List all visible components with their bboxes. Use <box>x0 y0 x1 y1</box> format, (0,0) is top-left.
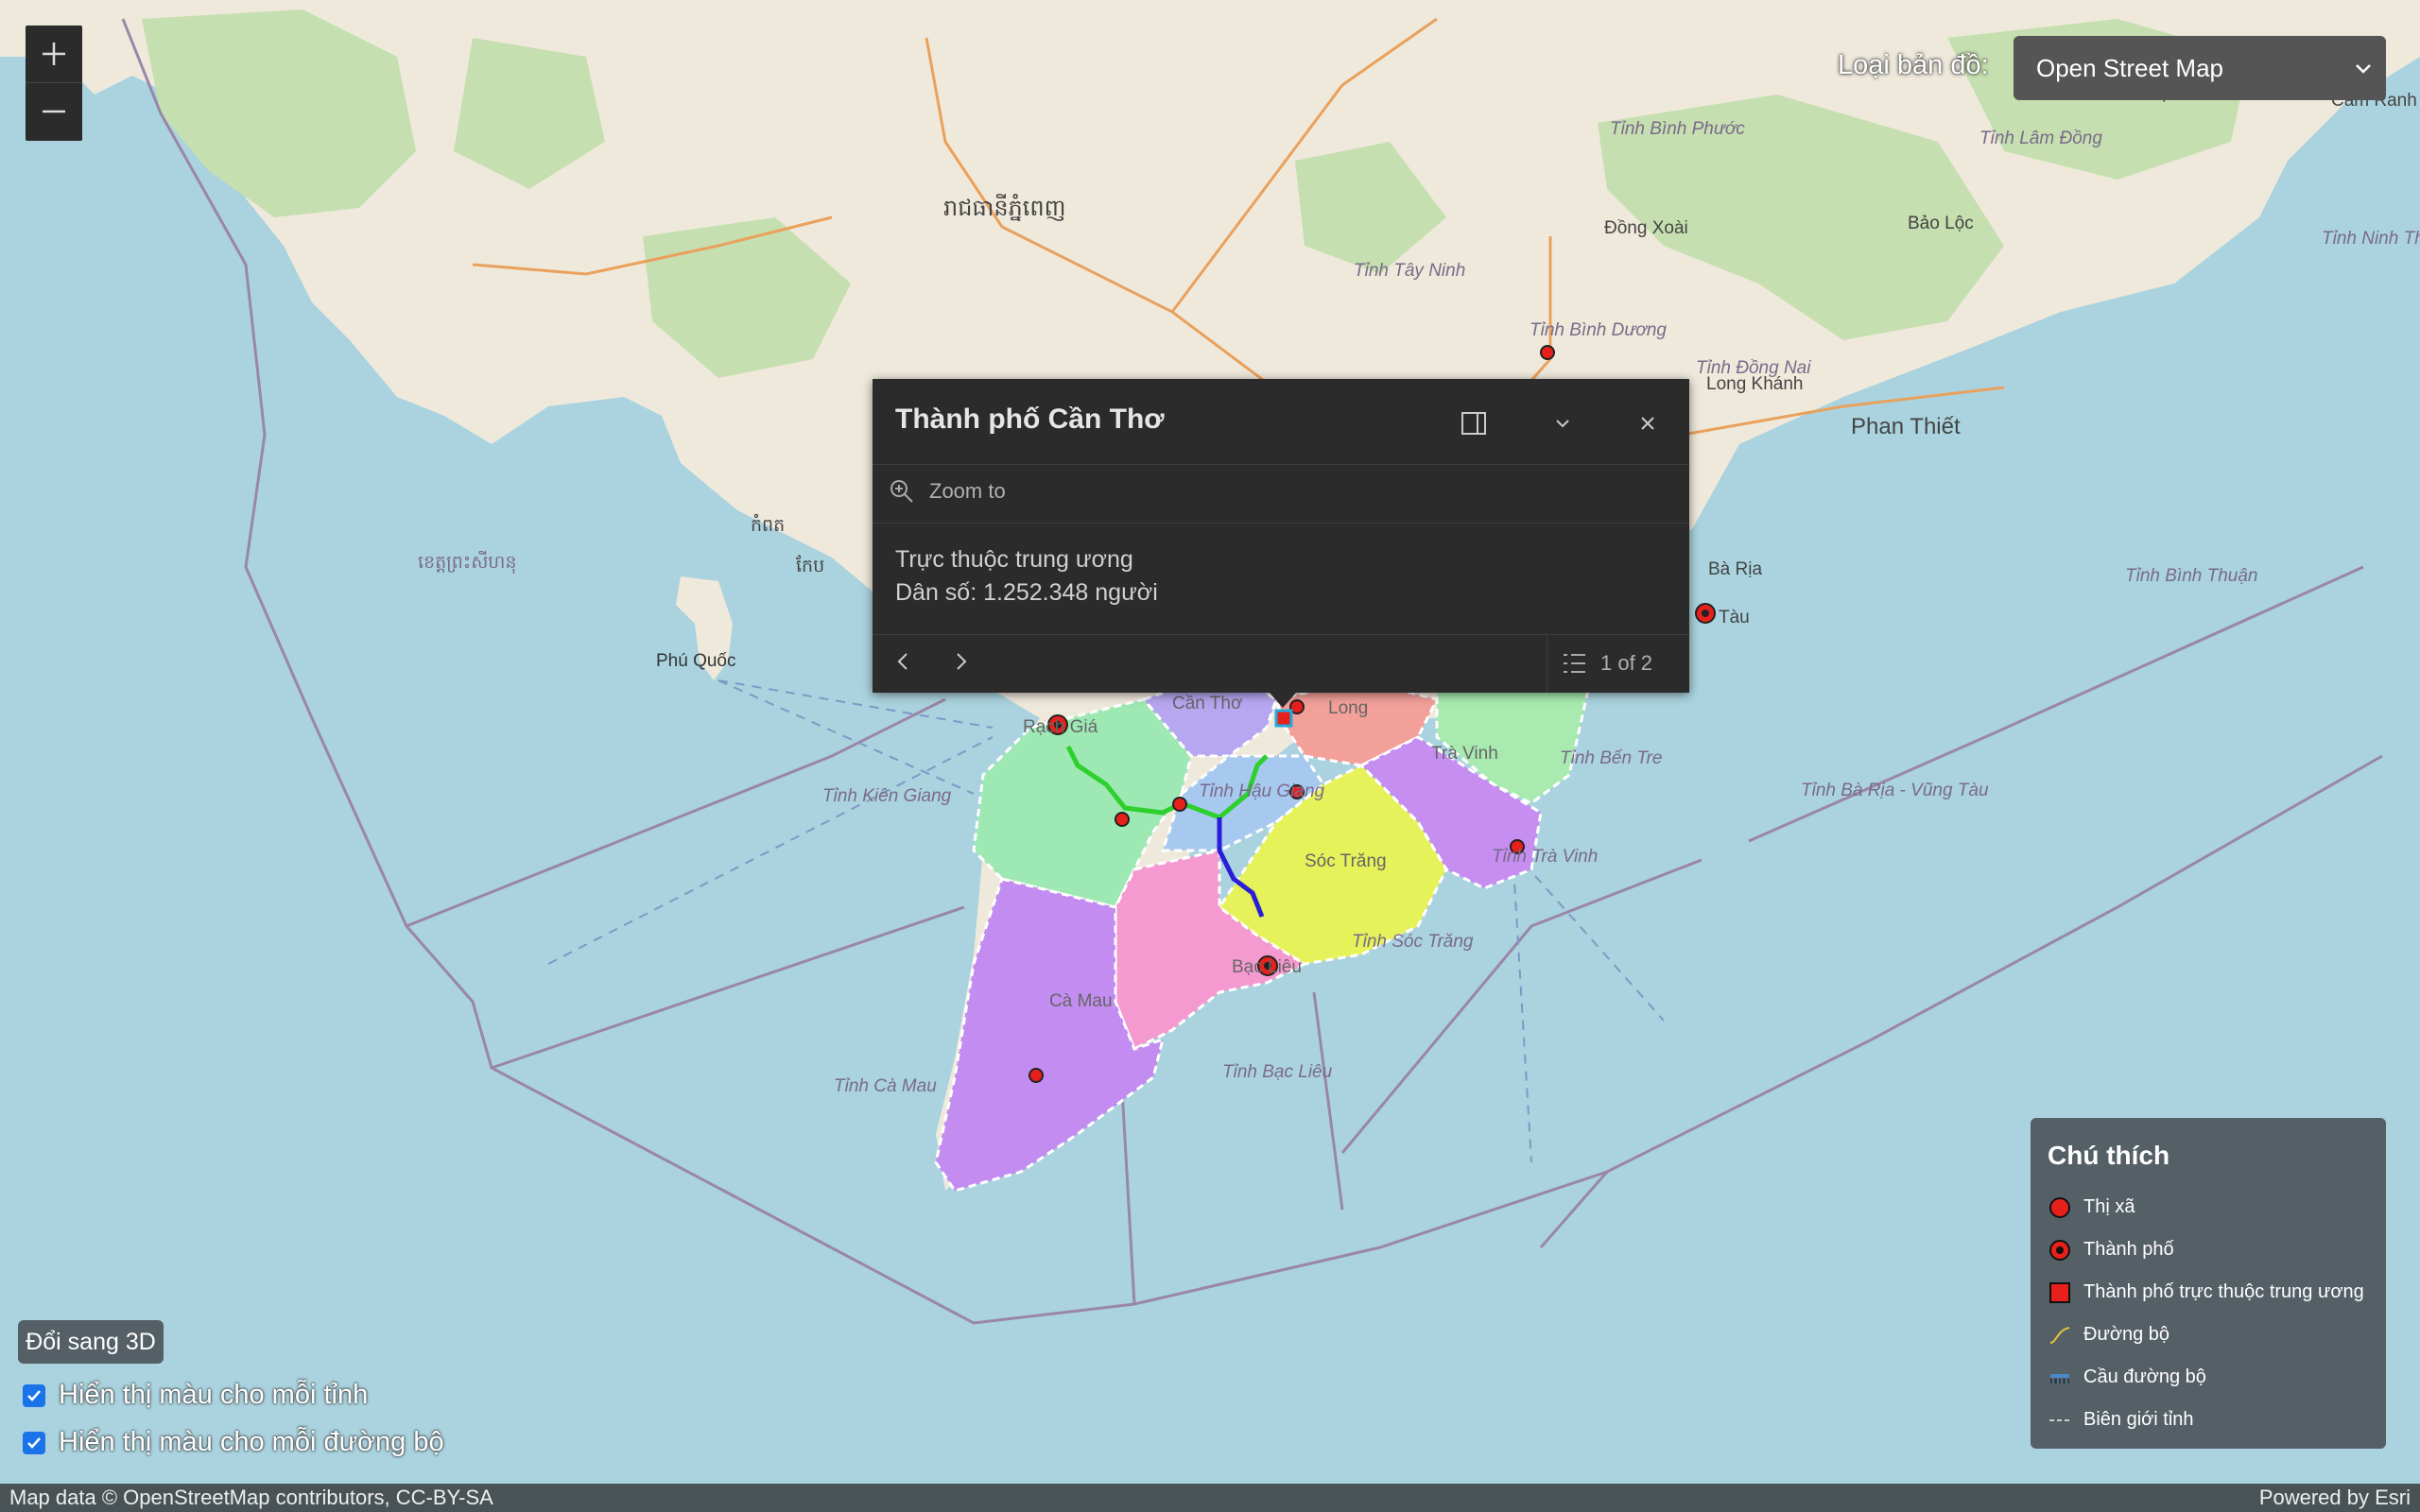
label-can-tho: Cần Thơ <box>1172 694 1242 713</box>
plus-icon <box>43 43 65 65</box>
red-circle-icon <box>2049 1196 2070 1218</box>
label-tinh-ben-tre: Tỉnh Bến Tre <box>1560 748 1662 768</box>
label-phnom-penh: រាជធានីភ្នំពេញ <box>943 194 1066 221</box>
label-tinh-binh-phuoc: Tỉnh Bình Phước <box>1610 119 1745 139</box>
label-tinh-kien-giang: Tỉnh Kiên Giang <box>822 786 952 806</box>
province-color-label: Hiển thị màu cho mỗi tỉnh <box>59 1380 369 1410</box>
legend-item: Thị xã <box>2048 1186 2369 1228</box>
legend-item: Đường bộ <box>2048 1314 2369 1356</box>
label-bao-loc: Bảo Lộc <box>1908 214 1974 233</box>
town-marker <box>1115 812 1130 827</box>
legend-panel: Chú thích Thị xã Thành phố Thành phố trự… <box>2031 1118 2386 1449</box>
legend-label: Biên giới tỉnh <box>2083 1409 2194 1430</box>
label-soc-trang: Sóc Trăng <box>1305 851 1387 871</box>
label-tra-vinh: Trà Vinh <box>1431 744 1498 764</box>
label-tinh-bac-lieu: Tỉnh Bạc Liêu <box>1222 1062 1333 1082</box>
label-tinh-dong-nai: Tỉnh Đồng Nai <box>1696 358 1811 378</box>
label-kampot: កំពត <box>751 513 785 536</box>
basemap-select[interactable]: Open Street Map <box>2014 36 2386 100</box>
checkmark-icon <box>27 1389 41 1401</box>
label-tinh-tra-vinh: Tỉnh Trà Vinh <box>1492 847 1598 867</box>
label-vinh-long: Long <box>1328 698 1368 718</box>
close-icon[interactable] <box>1634 409 1662 438</box>
label-tinh-binh-thuan-sea: Tỉnh Bình Thuận <box>2125 566 2257 586</box>
zoom-to-action[interactable]: Zoom to <box>888 477 1006 506</box>
popup-pointer <box>1270 693 1296 708</box>
legend-item: Thành phố <box>2048 1228 2369 1271</box>
road-line-icon <box>2049 1326 2070 1344</box>
zoom-in-magnifier-icon <box>890 480 913 503</box>
label-sihanouk: ខេត្តព្រះសីហនុ <box>418 550 516 575</box>
popup-divider <box>873 523 1689 524</box>
minus-icon <box>43 110 65 113</box>
label-phu-quoc: Phú Quốc <box>656 651 736 671</box>
basemap-label: Loại bản đồ: <box>1838 50 1989 80</box>
label-ba-ria: Bà Rịa <box>1708 559 1762 579</box>
town-marker <box>1172 797 1187 812</box>
label-tinh-soc-trang: Tỉnh Sóc Trăng <box>1352 932 1474 952</box>
popup-line-population: Dân số: 1.252.348 người <box>895 579 1158 606</box>
popup-line-admin: Trực thuộc trung ương <box>895 546 1133 573</box>
bridge-icon <box>2050 1373 2069 1383</box>
label-dong-xoai: Đồng Xoài <box>1604 218 1688 238</box>
province-color-toggle[interactable]: Hiển thị màu cho mỗi tỉnh <box>23 1380 368 1411</box>
checkmark-icon <box>27 1436 41 1449</box>
list-icon <box>1564 654 1585 673</box>
label-tinh-ca-mau: Tỉnh Cà Mau <box>834 1076 937 1096</box>
label-kep: កែប <box>796 555 824 576</box>
zoom-in-button[interactable] <box>26 26 82 82</box>
red-ring-icon <box>2049 1239 2070 1261</box>
legend-item: Thành phố trực thuộc trung ương <box>2048 1271 2369 1314</box>
zoom-controls <box>26 26 82 141</box>
label-tinh-binh-duong: Tỉnh Bình Dương <box>1530 320 1667 340</box>
label-tinh-ninh-thuan: Tỉnh Ninh Thuận <box>2322 229 2420 249</box>
central-city-marker <box>1274 709 1293 728</box>
label-tinh-lam-dong: Tỉnh Lâm Đồng <box>1979 129 2102 148</box>
basemap-selected-value: Open Street Map <box>2036 53 2223 82</box>
road-color-checkbox[interactable] <box>23 1431 45 1454</box>
dashed-border-icon <box>2049 1418 2070 1421</box>
popup-title: Thành phố Cần Thơ <box>895 404 1165 435</box>
legend-label: Thành phố trực thuộc trung ương <box>2083 1281 2364 1302</box>
label-ca-mau: Cà Mau <box>1049 991 1113 1011</box>
collapse-icon[interactable] <box>1548 409 1577 438</box>
label-vung-tau: Tàu <box>1719 608 1750 627</box>
legend-title: Chú thích <box>2048 1141 2170 1170</box>
legend-item: Cầu đường bộ <box>2048 1356 2369 1399</box>
legend-label: Thị xã <box>2083 1196 2135 1217</box>
province-color-checkbox[interactable] <box>23 1383 45 1407</box>
label-rach-gia: Rạch Giá <box>1023 717 1098 737</box>
feature-popup: Thành phố Cần Thơ Zoom to Trực thuộc tru… <box>873 379 1689 693</box>
previous-feature-icon[interactable] <box>891 649 916 674</box>
legend-label: Cầu đường bộ <box>2083 1366 2206 1387</box>
popup-content: Trực thuộc trung ương Dân số: 1.252.348 … <box>895 543 1158 610</box>
legend-item: Biên giới tỉnh <box>2048 1399 2369 1441</box>
town-marker <box>1540 345 1555 360</box>
label-bac-lieu: Bạc Liêu <box>1232 957 1302 977</box>
attribution-text[interactable]: Map data © OpenStreetMap contributors, C… <box>9 1486 493 1510</box>
attribution-bar: Map data © OpenStreetMap contributors, C… <box>0 1484 2420 1512</box>
chevron-down-icon <box>2356 64 2371 74</box>
legend-label: Đường bộ <box>2083 1324 2169 1345</box>
zoom-to-label: Zoom to <box>929 479 1006 503</box>
next-feature-icon[interactable] <box>948 649 973 674</box>
label-tinh-ba-ria: Tỉnh Bà Rịa - Vũng Tàu <box>1801 781 1989 800</box>
label-tinh-hau-giang: Tỉnh Hậu Giang <box>1199 782 1325 801</box>
road-color-label: Hiển thị màu cho mỗi đường bộ <box>59 1427 444 1457</box>
label-phan-thiet: Phan Thiết <box>1851 414 1961 439</box>
town-marker <box>1028 1068 1044 1083</box>
zoom-out-button[interactable] <box>26 82 82 140</box>
red-square-icon <box>2049 1281 2070 1303</box>
popup-divider <box>873 464 1689 465</box>
powered-by-text[interactable]: Powered by Esri <box>2259 1486 2411 1510</box>
legend-label: Thành phố <box>2083 1239 2174 1260</box>
road-color-toggle[interactable]: Hiển thị màu cho mỗi đường bộ <box>23 1427 444 1458</box>
feature-count: 1 of 2 <box>1600 651 1653 675</box>
feature-list-button[interactable]: 1 of 2 <box>1547 634 1689 693</box>
switch-3d-button[interactable]: Đổi sang 3D <box>18 1320 164 1364</box>
label-tinh-tay-ninh: Tỉnh Tây Ninh <box>1354 261 1465 281</box>
dock-icon[interactable] <box>1460 409 1488 438</box>
